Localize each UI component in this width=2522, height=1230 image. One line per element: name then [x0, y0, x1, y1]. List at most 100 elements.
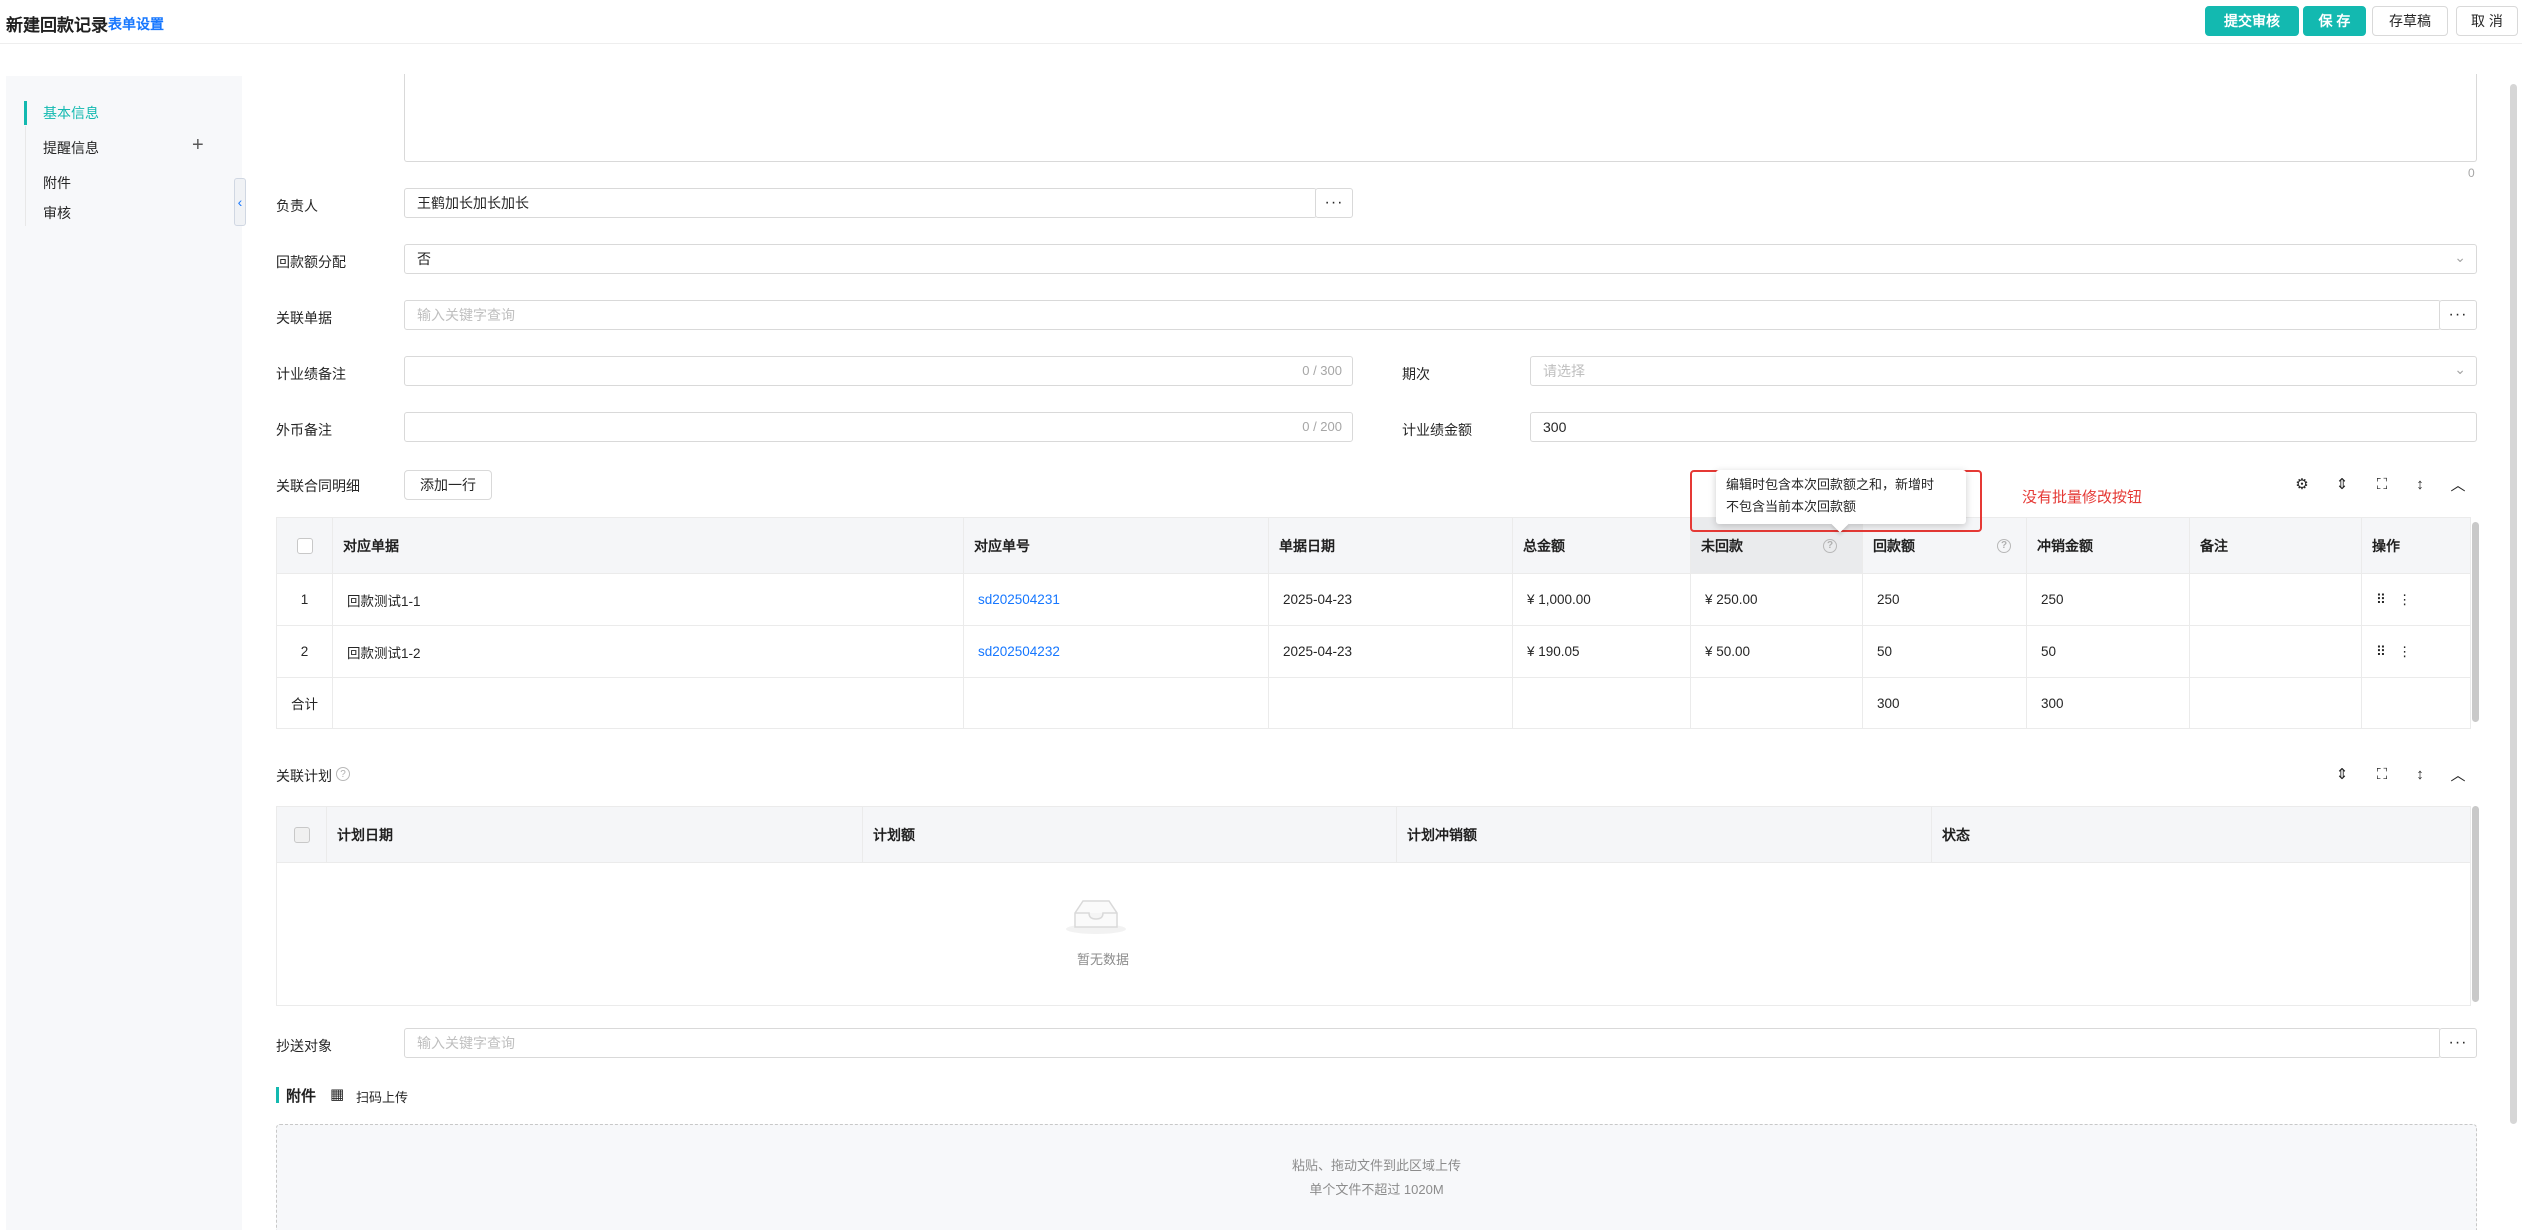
top-bar: 新建回款记录 表单设置 提交审核 保 存 存草稿 取 消 — [0, 0, 2522, 44]
cell-payment[interactable]: 50 — [1863, 626, 2027, 677]
related-doc-picker-button[interactable]: ··· — [2439, 300, 2477, 330]
sidebar: 基本信息 提醒信息 + 附件 审核 ‹ — [6, 76, 246, 1230]
cell-note[interactable] — [2190, 574, 2362, 625]
table-scrollbar[interactable] — [2472, 806, 2479, 1002]
owner-input[interactable]: 王鹤加长加长加长 — [404, 188, 1317, 218]
main-content: 0 负责人 王鹤加长加长加长 ··· 回款额分配 否 ⌄ 关联单据 输入关键字查… — [242, 44, 2522, 1230]
gear-icon[interactable]: ⚙ — [2292, 474, 2312, 494]
qr-code-icon[interactable]: ▦ — [330, 1085, 344, 1103]
col-header-plan-amount: 计划额 — [863, 807, 1397, 862]
form-settings-link[interactable]: 表单设置 — [108, 14, 164, 34]
table-header: 计划日期 计划额 计划冲销额 状态 — [277, 807, 2470, 863]
page-title: 新建回款记录 — [6, 16, 108, 35]
cell-date: 2025-04-23 — [1269, 574, 1513, 625]
page-scrollbar[interactable] — [2510, 84, 2517, 1124]
allocation-label: 回款额分配 — [276, 254, 346, 270]
period-placeholder: 请选择 — [1543, 363, 1585, 379]
allocation-select[interactable]: 否 ⌄ — [404, 244, 2477, 274]
cell-doc-no-link[interactable]: sd202504232 — [964, 626, 1269, 677]
drag-handle-icon[interactable]: ⠿ — [2376, 644, 2386, 660]
cell-payment[interactable]: 250 — [1863, 574, 2027, 625]
total-payment: 300 — [1863, 678, 2027, 728]
cc-placeholder: 输入关键字查询 — [417, 1035, 515, 1051]
scan-upload-button[interactable]: 扫码上传 — [356, 1087, 408, 1106]
cell-doc-no-link[interactable]: sd202504231 — [964, 574, 1269, 625]
expand-vertical-icon[interactable]: ↕ — [2410, 474, 2430, 494]
col-header-total: 总金额 — [1513, 518, 1691, 573]
plus-icon[interactable]: + — [192, 134, 204, 157]
annotation-note: 没有批量修改按钮 — [2022, 489, 2143, 506]
cell-total: ¥ 1,000.00 — [1513, 574, 1691, 625]
perf-amount-input[interactable]: 300 — [1530, 412, 2477, 442]
add-row-button[interactable]: 添加一行 — [404, 470, 492, 500]
tooltip-line-2: 不包含当前本次回款额 — [1726, 499, 1857, 514]
expand-vertical-icon[interactable]: ↕ — [2410, 764, 2430, 784]
chevron-down-icon: ⌄ — [2454, 361, 2466, 377]
fx-note-label: 外币备注 — [276, 422, 332, 438]
save-draft-button[interactable]: 存草稿 — [2372, 6, 2448, 36]
plan-table: 计划日期 计划额 计划冲销额 状态 暂无数据 — [276, 806, 2471, 1006]
column-height-icon[interactable]: ⇕ — [2332, 474, 2352, 494]
empty-text: 暂无数据 — [1077, 952, 1130, 967]
col-header-payment-label: 回款额 — [1873, 537, 1915, 554]
sidebar-item-attachment[interactable]: 附件 — [43, 173, 71, 193]
save-button[interactable]: 保 存 — [2303, 6, 2366, 36]
period-label: 期次 — [1402, 366, 1430, 382]
col-header-actions: 操作 — [2372, 537, 2400, 554]
cell-note[interactable] — [2190, 626, 2362, 677]
sidebar-item-basic-info[interactable]: 基本信息 — [43, 103, 99, 123]
period-select[interactable]: 请选择 ⌄ — [1530, 356, 2477, 386]
select-all-checkbox[interactable] — [296, 537, 313, 554]
column-height-icon[interactable]: ⇕ — [2332, 764, 2352, 784]
row-index: 2 — [277, 626, 333, 677]
total-cell-empty — [964, 678, 1269, 728]
sidebar-item-review[interactable]: 审核 — [43, 203, 71, 223]
description-textarea[interactable] — [404, 74, 2477, 162]
more-vertical-icon[interactable]: ⋮ — [2398, 592, 2412, 608]
cell-date: 2025-04-23 — [1269, 626, 1513, 677]
col-header-doc: 对应单据 — [333, 518, 964, 573]
tooltip-line-1: 编辑时包含本次回款额之和，新增时 — [1726, 477, 1935, 492]
contract-detail-table: 对应单据 对应单号 单据日期 总金额 未回款 ? 回款额 ? 冲销金额 备注 操… — [276, 517, 2471, 729]
more-vertical-icon[interactable]: ⋮ — [2398, 644, 2412, 660]
chevron-up-icon[interactable]: ︿ — [2448, 764, 2468, 784]
unpaid-tooltip: 编辑时包含本次回款额之和，新增时 不包含当前本次回款额 — [1716, 470, 1966, 533]
perf-amount-value: 300 — [1543, 419, 1567, 435]
table-scrollbar[interactable] — [2472, 522, 2479, 722]
attachment-title: 附件 — [286, 1088, 317, 1105]
help-icon[interactable]: ? — [1823, 538, 1837, 553]
cell-writeoff[interactable]: 250 — [2027, 574, 2190, 625]
submit-review-button[interactable]: 提交审核 — [2205, 6, 2299, 36]
upload-size-hint: 单个文件不超过 1020M — [1309, 1182, 1444, 1197]
help-icon[interactable]: ? — [336, 767, 350, 781]
fullscreen-icon[interactable]: ⛶ — [2372, 474, 2392, 494]
sidebar-item-reminder[interactable]: 提醒信息 — [43, 138, 99, 158]
cc-picker-button[interactable]: ··· — [2439, 1028, 2477, 1058]
cc-label: 抄送对象 — [276, 1038, 332, 1054]
table-row: 1 回款测试1-1 sd202504231 2025-04-23 ¥ 1,000… — [277, 574, 2470, 626]
related-doc-input[interactable]: 输入关键字查询 — [404, 300, 2441, 330]
cell-actions: ⠿ ⋮ — [2362, 626, 2472, 677]
related-doc-label: 关联单据 — [276, 310, 332, 326]
row-index: 1 — [277, 574, 333, 625]
perf-note-input[interactable]: 0 / 300 — [404, 356, 1353, 386]
fx-note-input[interactable]: 0 / 200 — [404, 412, 1353, 442]
help-icon[interactable]: ? — [1997, 538, 2011, 553]
total-cell-empty — [1691, 678, 1863, 728]
owner-picker-button[interactable]: ··· — [1315, 188, 1353, 218]
fullscreen-icon[interactable]: ⛶ — [2372, 764, 2392, 784]
chevron-up-icon[interactable]: ︿ — [2448, 474, 2468, 494]
cancel-button[interactable]: 取 消 — [2456, 6, 2518, 36]
drag-handle-icon[interactable]: ⠿ — [2376, 592, 2386, 608]
total-cell-empty — [1269, 678, 1513, 728]
allocation-value: 否 — [417, 251, 431, 267]
col-header-writeoff: 冲销金额 — [2027, 518, 2190, 573]
total-label: 合计 — [277, 678, 333, 728]
cell-unpaid: ¥ 250.00 — [1691, 574, 1863, 625]
perf-note-counter: 0 / 300 — [1302, 363, 1342, 378]
select-all-checkbox[interactable] — [293, 826, 310, 843]
cell-writeoff[interactable]: 50 — [2027, 626, 2190, 677]
upload-dropzone[interactable]: 粘贴、拖动文件到此区域上传 单个文件不超过 1020M — [276, 1124, 2477, 1230]
cc-input[interactable]: 输入关键字查询 — [404, 1028, 2441, 1058]
total-cell-empty — [2190, 678, 2362, 728]
